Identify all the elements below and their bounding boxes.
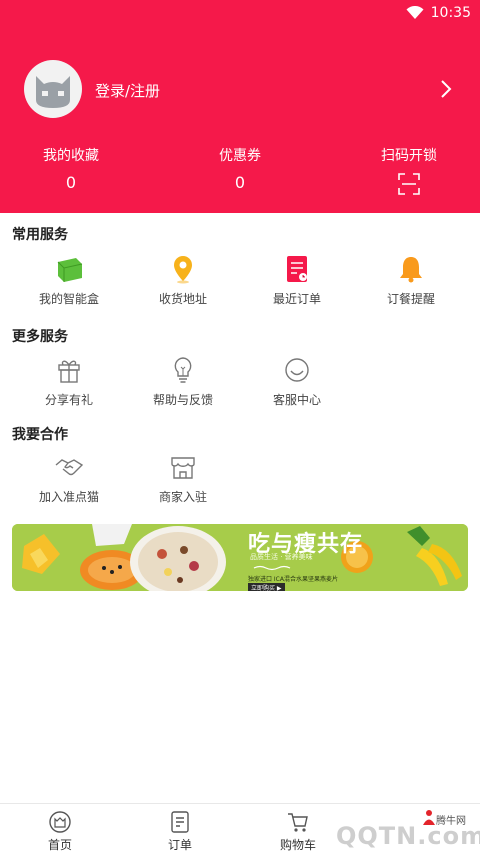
scan-icon <box>398 173 420 195</box>
location-pin-icon <box>174 256 192 284</box>
help-feedback-label: 帮助与反馈 <box>152 393 213 407</box>
tab-orders-label: 订单 <box>167 838 192 852</box>
recent-orders-label: 最近订单 <box>272 292 321 306</box>
common-services-title: 常用服务 <box>12 227 68 243</box>
gift-icon <box>58 360 80 383</box>
coupons-label: 优惠券 <box>219 148 261 164</box>
meal-reminder-label: 订餐提醒 <box>386 292 435 306</box>
scan-unlock-stat[interactable]: 扫码开锁 <box>349 145 469 195</box>
smart-box-label: 我的智能盒 <box>38 292 99 306</box>
avatar[interactable] <box>24 60 82 118</box>
login-register-link[interactable]: 登录/注册 <box>95 80 160 101</box>
profile-header: 10:35 登录/注册 我的收藏 0 优惠券 0 扫码开锁 <box>0 0 480 213</box>
favorites-label: 我的收藏 <box>43 148 99 164</box>
help-feedback-item[interactable]: 帮助与反馈 <box>123 355 243 408</box>
share-gift-label: 分享有礼 <box>44 393 93 407</box>
order-icon <box>171 811 189 833</box>
cat-avatar-icon <box>36 76 70 108</box>
merchant-join-item[interactable]: 商家入驻 <box>123 452 243 505</box>
status-bar: 10:35 <box>0 0 480 26</box>
join-item[interactable]: 加入准点猫 <box>9 452 129 505</box>
smile-icon <box>285 358 309 382</box>
banner-subtitle: 品质生活 · 营养美味 <box>250 553 313 561</box>
handshake-icon <box>55 459 84 476</box>
banner-product-line: 独家进口 ICA混合水果坚果燕麦片 <box>248 576 338 583</box>
more-services-title: 更多服务 <box>12 329 68 345</box>
favorites-count: 0 <box>65 173 77 192</box>
home-icon <box>49 811 71 833</box>
status-time: 10:35 <box>430 5 471 21</box>
recent-orders-item[interactable]: 最近订单 <box>237 254 357 307</box>
bell-icon <box>400 257 422 283</box>
meal-reminder-item[interactable]: 订餐提醒 <box>351 254 471 307</box>
coupons-stat[interactable]: 优惠券 0 <box>180 145 300 192</box>
scan-unlock-label: 扫码开锁 <box>381 148 437 164</box>
banner-artwork <box>12 524 468 591</box>
share-gift-item[interactable]: 分享有礼 <box>9 355 129 408</box>
coupons-count: 0 <box>234 173 246 192</box>
join-label: 加入准点猫 <box>38 490 99 504</box>
tab-home-label: 首页 <box>47 838 72 852</box>
shipping-address-label: 收货地址 <box>158 292 207 306</box>
wifi-icon <box>406 6 424 19</box>
chevron-right-icon[interactable] <box>440 79 452 99</box>
tab-home[interactable]: 首页 <box>20 810 100 853</box>
shipping-address-item[interactable]: 收货地址 <box>123 254 243 307</box>
store-icon <box>171 457 195 479</box>
smart-box-icon <box>57 258 83 282</box>
merchant-join-label: 商家入驻 <box>158 490 207 504</box>
cooperation-title: 我要合作 <box>12 427 68 443</box>
smart-box-item[interactable]: 我的智能盒 <box>9 254 129 307</box>
favorites-stat[interactable]: 我的收藏 0 <box>11 145 131 192</box>
watermark-logo-icon <box>423 810 435 825</box>
qqtn-watermark: QQTN.com 腾牛网 <box>286 808 480 854</box>
promo-banner[interactable]: 吃与瘦共存 品质生活 · 营养美味 独家进口 ICA混合水果坚果燕麦片 立即购买… <box>12 524 468 591</box>
order-list-icon <box>287 256 307 282</box>
lightbulb-icon <box>174 357 192 383</box>
customer-service-item[interactable]: 客服中心 <box>237 355 357 408</box>
tab-orders[interactable]: 订单 <box>140 810 220 853</box>
watermark-brand: 腾牛网 <box>436 816 466 827</box>
customer-service-label: 客服中心 <box>272 393 321 407</box>
banner-buy-button[interactable]: 立即购买 ▶ <box>248 583 285 591</box>
